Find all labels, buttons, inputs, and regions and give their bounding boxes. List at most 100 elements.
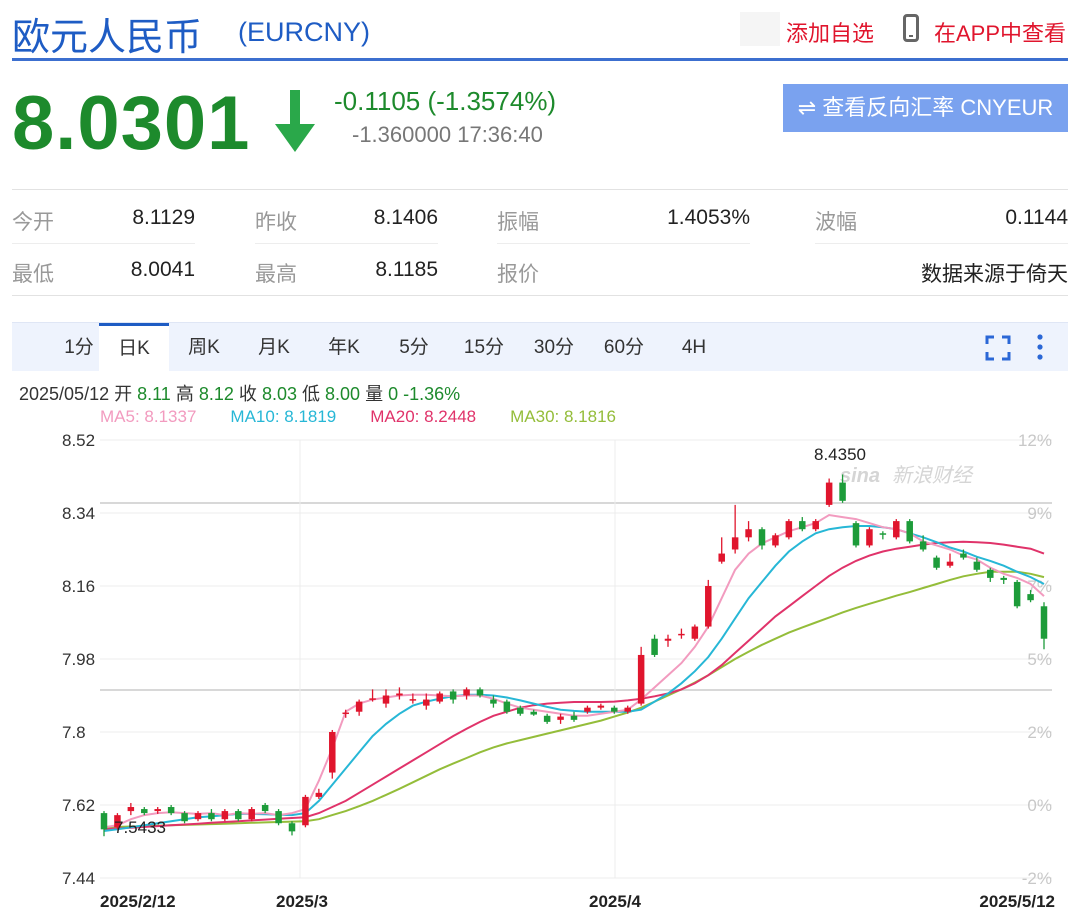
info-low-label: 低 (302, 384, 320, 404)
candle-body (866, 529, 873, 546)
candle-body (100, 813, 108, 830)
ma5-line (103, 513, 1045, 829)
tab-10[interactable]: 4H (659, 323, 729, 371)
candle-body (436, 693, 443, 702)
candle-body (141, 809, 148, 814)
pct-tick-label: 12% (1018, 431, 1052, 450)
tab-9[interactable]: 60分 (589, 323, 659, 371)
wave-value: 0.1144 (1005, 206, 1068, 229)
tab-8[interactable]: 30分 (519, 323, 589, 371)
info-high-label: 高 (175, 384, 194, 404)
y-tick-label: 8.16 (62, 577, 95, 596)
tab-7[interactable]: 15分 (449, 323, 519, 371)
sub-change: -1.360000 (352, 122, 452, 147)
x-tick-label: 2025/3 (276, 892, 328, 911)
x-tick-label: 2025/2/12 (100, 892, 176, 911)
quote-label: 报价 (497, 263, 539, 286)
candle-body (1000, 577, 1007, 580)
candle-body (503, 701, 511, 712)
tab-5[interactable]: 年K (309, 323, 379, 371)
low-value: 8.0041 (130, 258, 195, 281)
candle-body (879, 533, 887, 535)
fullscreen-icon[interactable] (985, 335, 1011, 361)
amplitude-label: 振幅 (497, 211, 539, 234)
candlestick-chart: 8.528.348.167.987.87.627.4412%9%7%5%2%0%… (62, 431, 1055, 911)
candle-body (664, 638, 672, 641)
candle-body (825, 482, 833, 505)
tab-4[interactable]: 月K (239, 323, 309, 371)
candle-body (409, 699, 417, 701)
candle-body (167, 807, 175, 814)
y-tick-label: 7.62 (62, 796, 95, 815)
candle-body (584, 707, 591, 712)
y-tick-label: 7.8 (62, 723, 86, 742)
phone-icon[interactable] (903, 14, 919, 42)
view-in-app-button[interactable]: 在APP中查看 (934, 16, 1066, 48)
candle-body (570, 715, 578, 720)
candle-body (355, 701, 363, 712)
candle-body (342, 712, 349, 715)
tab-2[interactable]: 日K (99, 323, 169, 371)
candle-body (799, 521, 806, 530)
candle-body (382, 695, 390, 704)
wave-label: 波幅 (815, 211, 857, 234)
price-change: -0.1105 (-1.3574%) (334, 86, 557, 116)
ma10-line (103, 525, 1045, 832)
candle-info-line: 2025/05/12 开 8.11 高 8.12 收 8.03 低 8.00 量… (19, 380, 460, 406)
reverse-rate-button[interactable]: ⇌ 查看反向汇率 CNYEUR (783, 84, 1068, 132)
reverse-rate-label: 查看反向汇率 CNYEUR (822, 95, 1054, 120)
candle-body (852, 523, 860, 546)
candle-body (543, 715, 551, 722)
candle-body (1040, 606, 1048, 639)
candle-body (517, 707, 524, 714)
ma-legend-item: MA30: 8.1816 (510, 407, 616, 426)
candle-body (261, 805, 269, 812)
candle-body (637, 654, 645, 704)
candle-body (1013, 581, 1021, 607)
down-arrow-icon (275, 90, 315, 152)
pct-tick-label: -2% (1022, 869, 1052, 888)
candle-body (785, 521, 793, 538)
y-tick-label: 7.44 (62, 869, 95, 888)
high-label: 最高 (255, 263, 297, 286)
row-divider (255, 243, 438, 244)
info-open: 8.11 (137, 384, 171, 404)
candle-body (329, 732, 336, 773)
candle-body (154, 809, 161, 812)
info-high: 8.12 (198, 384, 234, 404)
row-divider (497, 243, 750, 244)
candle-body (946, 561, 954, 566)
y-tick-label: 8.52 (62, 431, 95, 450)
candle-body (275, 811, 282, 824)
period-tab-bar: 1分 日K 周K 月K 年K 5分 15分 30分 60分 4H (12, 322, 1068, 371)
more-options-icon[interactable] (1034, 333, 1046, 361)
swap-icon: ⇌ (797, 95, 817, 120)
candle-body (919, 541, 927, 550)
x-tick-label: 2025/4 (589, 892, 642, 911)
tab-3[interactable]: 周K (169, 323, 239, 371)
header-divider (12, 58, 1068, 61)
ma30-line (103, 570, 1045, 829)
max-price-label: 8.4350 (814, 445, 866, 464)
candle-body (731, 537, 739, 550)
add-watchlist-button[interactable]: 添加自选 (786, 16, 874, 48)
candle-body (490, 699, 497, 704)
candle-body (302, 796, 309, 826)
info-pct: -1.36% (403, 384, 461, 404)
prev-close-value: 8.1406 (373, 206, 438, 229)
candle-body (315, 792, 323, 797)
add-watch-icon-box[interactable] (740, 12, 780, 46)
info-vol-label: 量 (365, 384, 384, 404)
candle-body (557, 716, 564, 720)
candle-body (973, 561, 981, 570)
data-source: 数据来源于倚天 (921, 263, 1068, 286)
sina-logo-icon: sina (840, 465, 880, 487)
candle-body (248, 809, 255, 820)
quote-time: 17:36:40 (457, 122, 543, 147)
info-open-label: 开 (114, 384, 133, 404)
pct-tick-label: 0% (1027, 796, 1052, 815)
tab-6[interactable]: 5分 (379, 323, 449, 371)
candle-body (987, 569, 994, 578)
candle-body (960, 553, 967, 558)
info-vol: 0 (388, 384, 399, 404)
